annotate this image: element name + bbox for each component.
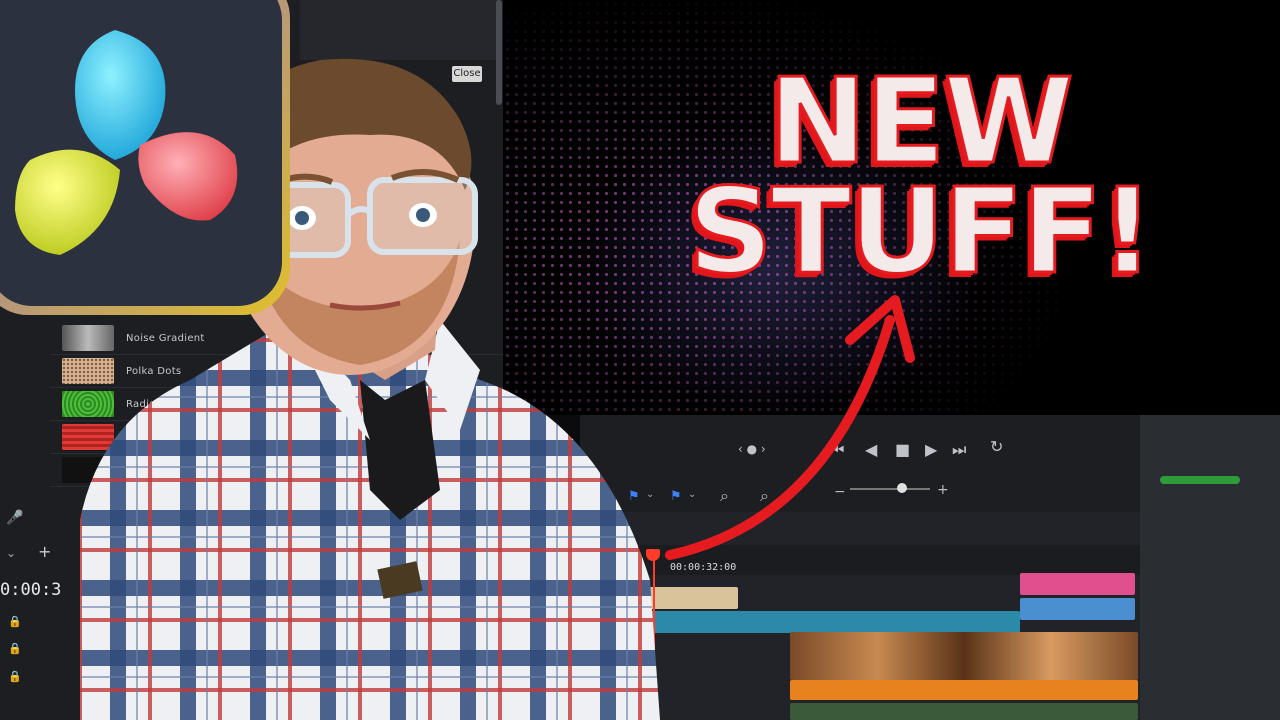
lock-icon[interactable]: 🔒 <box>8 615 22 628</box>
headline-line-2: STUFF! <box>686 162 1155 300</box>
lock-icon[interactable]: 🔒 <box>8 670 22 683</box>
mixer-panel <box>1140 415 1280 720</box>
red-arrow-annotation <box>665 295 915 560</box>
davinci-resolve-logo <box>0 0 290 315</box>
volume-meter <box>1160 476 1240 484</box>
video-clip-thumbnails[interactable] <box>790 632 1138 680</box>
timeline-clip[interactable] <box>1020 573 1135 595</box>
chevron-down-icon[interactable]: ⌄ <box>6 546 16 560</box>
timeline-clip[interactable] <box>620 611 1020 633</box>
loop-icon[interactable]: ↻ <box>990 437 1003 456</box>
audio-clip[interactable] <box>790 703 1138 720</box>
timeline-clip[interactable] <box>1020 598 1135 620</box>
mic-icon[interactable]: 🎤 <box>6 510 23 526</box>
lock-icon[interactable]: 🔒 <box>8 642 22 655</box>
timeline-clip[interactable] <box>790 680 1138 700</box>
